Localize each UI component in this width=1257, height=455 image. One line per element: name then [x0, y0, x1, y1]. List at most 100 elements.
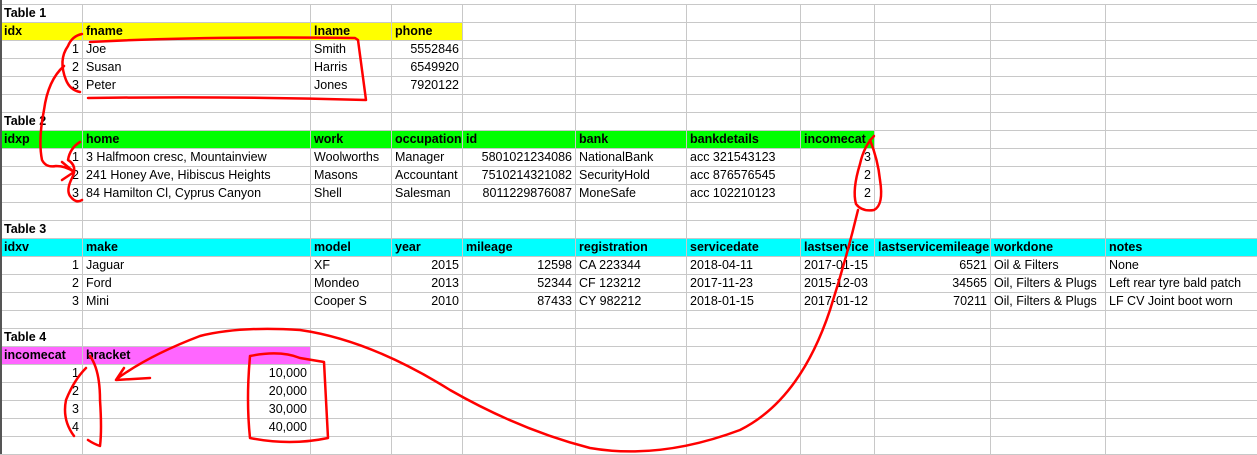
cell[interactable] — [576, 311, 687, 329]
cell[interactable] — [801, 221, 875, 239]
cell[interactable] — [687, 95, 801, 113]
column-header[interactable]: make — [83, 239, 311, 257]
cell[interactable] — [991, 5, 1106, 23]
data-cell[interactable]: 3 — [1, 293, 83, 311]
cell[interactable] — [392, 329, 463, 347]
cell[interactable] — [392, 203, 463, 221]
cell[interactable] — [991, 77, 1106, 95]
data-cell[interactable]: Joe — [83, 41, 311, 59]
cell[interactable] — [991, 185, 1106, 203]
cell[interactable] — [576, 365, 687, 383]
cell[interactable] — [311, 113, 392, 131]
data-cell[interactable]: 1 — [1, 365, 83, 383]
cell[interactable] — [875, 131, 991, 149]
data-cell[interactable]: 40,000 — [83, 419, 311, 437]
cell[interactable] — [1106, 347, 1257, 365]
cell[interactable] — [576, 95, 687, 113]
cell[interactable] — [991, 23, 1106, 41]
column-header[interactable]: lastservicemileage — [875, 239, 991, 257]
cell[interactable] — [801, 113, 875, 131]
data-cell[interactable]: Accountant — [392, 167, 463, 185]
cell[interactable] — [801, 41, 875, 59]
data-cell[interactable]: 30,000 — [83, 401, 311, 419]
cell[interactable] — [392, 365, 463, 383]
column-header[interactable]: work — [311, 131, 392, 149]
data-cell[interactable]: 3 — [1, 401, 83, 419]
data-cell[interactable]: 2017-01-15 — [801, 257, 875, 275]
cell[interactable] — [801, 23, 875, 41]
cell[interactable] — [1106, 365, 1257, 383]
cell[interactable] — [1106, 329, 1257, 347]
data-cell[interactable]: 2015 — [392, 257, 463, 275]
cell[interactable] — [392, 401, 463, 419]
column-header[interactable]: lname — [311, 23, 392, 41]
cell[interactable] — [687, 311, 801, 329]
cell[interactable] — [1106, 185, 1257, 203]
cell[interactable] — [687, 77, 801, 95]
data-cell[interactable]: acc 876576545 — [687, 167, 801, 185]
data-cell[interactable]: Left rear tyre bald patch — [1106, 275, 1257, 293]
cell[interactable] — [576, 5, 687, 23]
column-header[interactable]: bank — [576, 131, 687, 149]
data-cell[interactable]: 70211 — [875, 293, 991, 311]
data-cell[interactable]: 7510214321082 — [463, 167, 576, 185]
column-header[interactable]: occupation — [392, 131, 463, 149]
data-cell[interactable]: Ford — [83, 275, 311, 293]
cell[interactable] — [1, 437, 83, 455]
cell[interactable] — [463, 311, 576, 329]
cell[interactable] — [576, 437, 687, 455]
cell[interactable] — [687, 41, 801, 59]
cell[interactable] — [463, 347, 576, 365]
data-cell[interactable]: 5801021234086 — [463, 149, 576, 167]
data-cell[interactable]: 7920122 — [392, 77, 463, 95]
data-cell[interactable]: XF — [311, 257, 392, 275]
cell[interactable] — [875, 5, 991, 23]
data-cell[interactable]: 87433 — [463, 293, 576, 311]
cell[interactable] — [463, 23, 576, 41]
cell[interactable] — [83, 113, 311, 131]
cell[interactable] — [311, 365, 392, 383]
cell[interactable] — [687, 203, 801, 221]
cell[interactable] — [687, 329, 801, 347]
cell[interactable] — [801, 59, 875, 77]
cell[interactable] — [991, 383, 1106, 401]
column-header[interactable]: mileage — [463, 239, 576, 257]
data-cell[interactable]: 2 — [1, 383, 83, 401]
data-cell[interactable]: MoneSafe — [576, 185, 687, 203]
cell[interactable] — [875, 23, 991, 41]
cell[interactable] — [576, 347, 687, 365]
cell[interactable] — [463, 221, 576, 239]
cell[interactable] — [1106, 5, 1257, 23]
data-cell[interactable]: Peter — [83, 77, 311, 95]
cell[interactable] — [1106, 383, 1257, 401]
cell[interactable] — [875, 59, 991, 77]
table-title[interactable]: Table 4 — [1, 329, 83, 347]
cell[interactable] — [991, 59, 1106, 77]
cell[interactable] — [83, 437, 311, 455]
data-cell[interactable]: Mondeo — [311, 275, 392, 293]
cell[interactable] — [1106, 203, 1257, 221]
cell[interactable] — [311, 437, 392, 455]
cell[interactable] — [991, 329, 1106, 347]
cell[interactable] — [83, 221, 311, 239]
cell[interactable] — [687, 23, 801, 41]
cell[interactable] — [991, 437, 1106, 455]
column-header[interactable]: idxp — [1, 131, 83, 149]
cell[interactable] — [1106, 149, 1257, 167]
data-cell[interactable]: 6521 — [875, 257, 991, 275]
cell[interactable] — [687, 113, 801, 131]
cell[interactable] — [392, 347, 463, 365]
cell[interactable] — [991, 167, 1106, 185]
column-header[interactable]: workdone — [991, 239, 1106, 257]
cell[interactable] — [392, 419, 463, 437]
data-cell[interactable]: Oil, Filters & Plugs — [991, 293, 1106, 311]
cell[interactable] — [576, 23, 687, 41]
data-cell[interactable]: 20,000 — [83, 383, 311, 401]
cell[interactable] — [463, 365, 576, 383]
cell[interactable] — [991, 149, 1106, 167]
cell[interactable] — [311, 329, 392, 347]
cell[interactable] — [463, 95, 576, 113]
cell[interactable] — [392, 221, 463, 239]
cell[interactable] — [392, 95, 463, 113]
cell[interactable] — [687, 437, 801, 455]
